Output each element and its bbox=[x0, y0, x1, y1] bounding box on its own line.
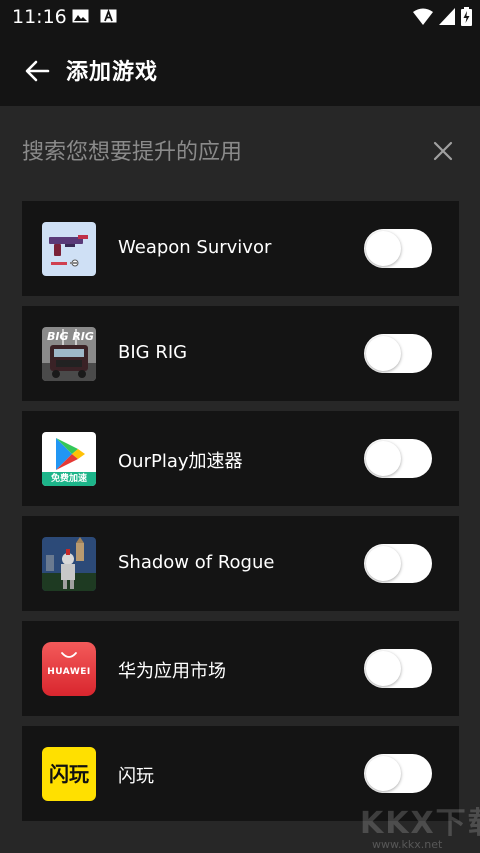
toggle-knob bbox=[366, 231, 401, 266]
big-rig-icon-text: BIG RIG bbox=[47, 330, 94, 343]
weapon-survivor-icon bbox=[42, 222, 96, 276]
wifi-icon bbox=[413, 8, 433, 25]
back-button[interactable] bbox=[20, 54, 54, 88]
list-item: BIG RIG BIG RIG bbox=[22, 306, 459, 401]
toggle-knob bbox=[366, 336, 401, 371]
app-toggle[interactable] bbox=[364, 334, 432, 373]
app-toggle[interactable] bbox=[364, 649, 432, 688]
image-notification-icon bbox=[72, 9, 89, 23]
list-item: Shadow of Rogue bbox=[22, 516, 459, 611]
search-input[interactable] bbox=[22, 132, 402, 172]
app-name: Weapon Survivor bbox=[118, 237, 272, 258]
app-toggle[interactable] bbox=[364, 439, 432, 478]
app-name: BIG RIG bbox=[118, 342, 188, 363]
status-time: 11:16 bbox=[12, 6, 67, 28]
watermark: KKX下载 bbox=[360, 806, 480, 841]
toggle-knob bbox=[366, 651, 401, 686]
ourplay-icon: 免费加速 bbox=[42, 432, 96, 486]
app-name: OurPlay加速器 bbox=[118, 451, 243, 472]
app-toggle[interactable] bbox=[364, 229, 432, 268]
list-item: HUAWEI 华为应用市场 bbox=[22, 621, 459, 716]
shanwan-icon-text: 闪玩 bbox=[49, 762, 89, 786]
huawei-appgallery-icon: HUAWEI bbox=[42, 642, 96, 696]
list-item: 免费加速 OurPlay加速器 bbox=[22, 411, 459, 506]
list-item: Weapon Survivor bbox=[22, 201, 459, 296]
app-toggle[interactable] bbox=[364, 544, 432, 583]
app-name: Shadow of Rogue bbox=[118, 552, 275, 573]
toggle-knob bbox=[366, 756, 401, 791]
ourplay-banner-text: 免费加速 bbox=[50, 474, 87, 484]
app-toggle[interactable] bbox=[364, 754, 432, 793]
app-bar: 添加游戏 bbox=[0, 34, 480, 106]
watermark-url: www.kkx.net bbox=[372, 838, 443, 851]
cellular-signal-icon bbox=[439, 8, 455, 25]
clear-search-button[interactable] bbox=[428, 136, 458, 166]
shadow-of-rogue-icon bbox=[42, 537, 96, 591]
arrow-left-icon bbox=[25, 60, 50, 82]
huawei-icon-text: HUAWEI bbox=[47, 667, 91, 677]
shanwan-icon: 闪玩 bbox=[42, 747, 96, 801]
page-title: 添加游戏 bbox=[66, 60, 159, 85]
toggle-knob bbox=[366, 441, 401, 476]
close-icon bbox=[433, 141, 453, 161]
big-rig-icon: BIG RIG bbox=[42, 327, 96, 381]
battery-charging-icon bbox=[461, 7, 472, 26]
app-name: 华为应用市场 bbox=[118, 661, 226, 682]
status-bar: 11:16 bbox=[0, 0, 480, 34]
app-name: 闪玩 bbox=[118, 766, 154, 787]
toggle-knob bbox=[366, 546, 401, 581]
app-list: Weapon Survivor BIG RIG BIG RIG 免费加速 Our… bbox=[22, 201, 459, 831]
font-notification-icon bbox=[100, 9, 117, 23]
search-bar bbox=[0, 106, 480, 196]
